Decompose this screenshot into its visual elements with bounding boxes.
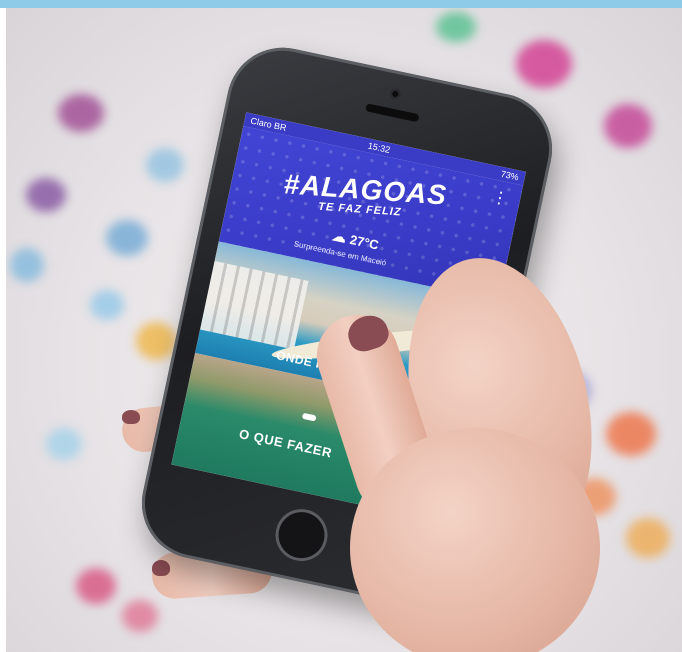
bg-spot (626, 518, 670, 558)
photo: Claro BR 15:32 73% ⋮ #ALAGOAS TE FAZ FEL… (6, 8, 682, 652)
bg-spot (516, 40, 572, 88)
bg-spot (122, 600, 158, 632)
image-frame: Claro BR 15:32 73% ⋮ #ALAGOAS TE FAZ FEL… (0, 0, 682, 652)
home-button[interactable] (270, 504, 333, 566)
bg-spot (106, 220, 148, 256)
fingernail (152, 560, 170, 576)
boat (301, 412, 317, 422)
more-menu-icon[interactable]: ⋮ (490, 189, 509, 209)
bg-spot (604, 104, 652, 148)
front-camera (389, 88, 402, 100)
bg-spot (606, 412, 656, 456)
bg-spot (136, 322, 176, 360)
section-label: O QUE FAZER (237, 426, 334, 461)
bg-spot (26, 178, 66, 212)
cloud-sun-icon: ☁ (330, 227, 348, 246)
earpiece-speaker (365, 103, 420, 123)
bg-spot (10, 248, 44, 282)
top-accent-bar (0, 0, 682, 8)
bg-spot (146, 148, 184, 182)
bg-spot (436, 12, 476, 42)
fingernail (122, 410, 140, 424)
wrist (350, 428, 600, 652)
beach-buildings (200, 261, 309, 350)
bg-spot (76, 568, 116, 604)
bg-spot (46, 428, 82, 460)
bg-spot (90, 290, 124, 320)
bg-spot (58, 94, 104, 132)
